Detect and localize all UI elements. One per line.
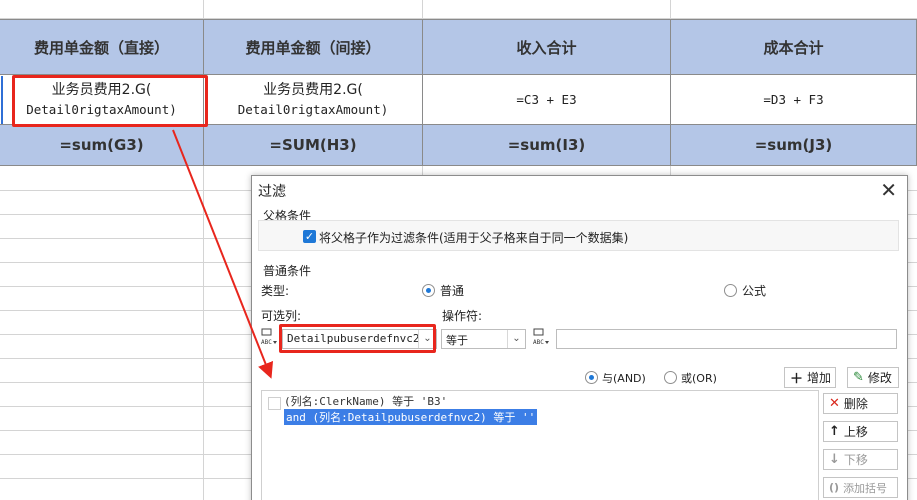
- screen: 费用单金额（直接） 费用单金额（间接） 收入合计 成本合计 业务员费用2.G( …: [0, 0, 917, 500]
- annotation-arrow: [172, 129, 274, 379]
